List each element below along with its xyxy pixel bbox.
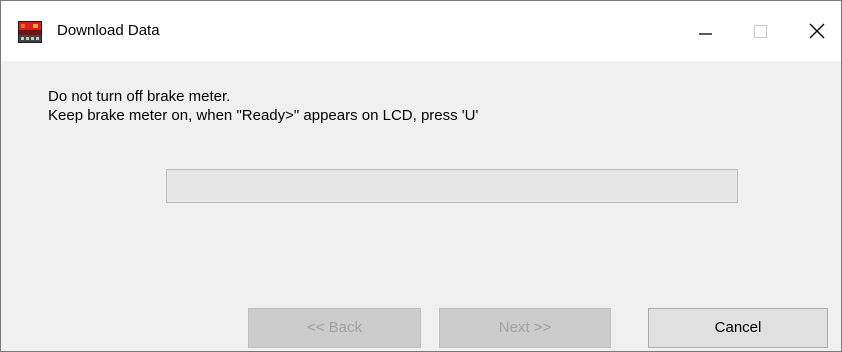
back-button[interactable]: << Back	[248, 308, 421, 348]
title-bar[interactable]: Download Data	[1, 1, 841, 61]
message-line-1: Do not turn off brake meter.	[48, 88, 231, 105]
close-button[interactable]	[787, 1, 841, 61]
maximize-icon	[754, 25, 767, 38]
minimize-button[interactable]	[677, 1, 733, 61]
minimize-icon	[699, 33, 712, 35]
next-button[interactable]: Next >>	[439, 308, 611, 348]
download-progress-bar	[166, 169, 738, 203]
brake-meter-app-icon	[18, 21, 42, 43]
instruction-message: Do not turn off brake meter. Keep brake …	[48, 87, 478, 125]
maximize-button	[732, 1, 788, 61]
close-icon	[809, 23, 825, 39]
download-data-dialog: Download Data Do not turn off brake mete…	[0, 0, 842, 352]
cancel-button[interactable]: Cancel	[648, 308, 828, 348]
window-title: Download Data	[57, 22, 160, 39]
message-line-2: Keep brake meter on, when "Ready>" appea…	[48, 107, 479, 124]
